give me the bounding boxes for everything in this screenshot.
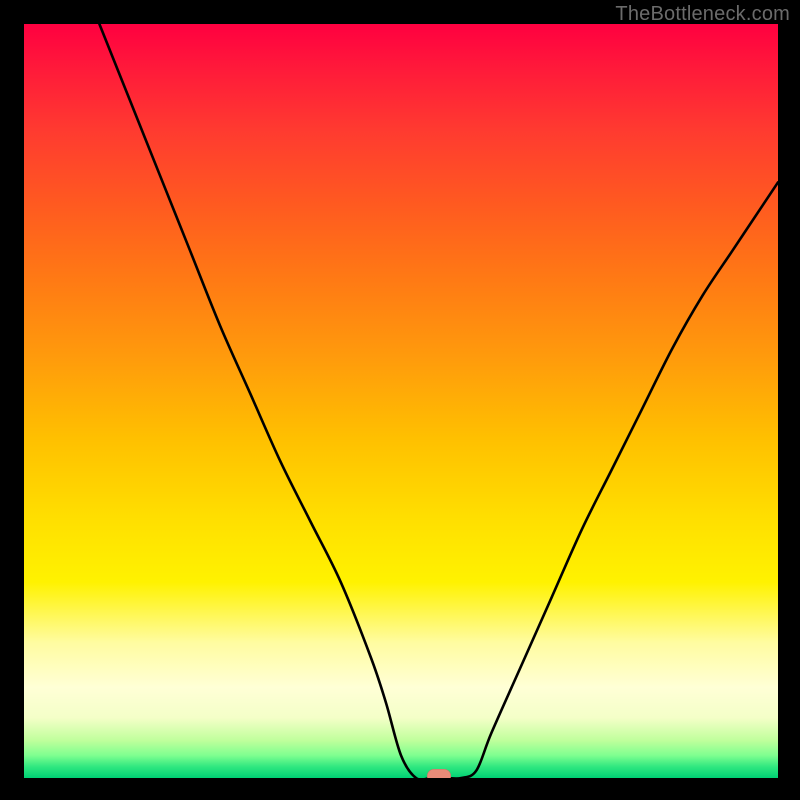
bottleneck-curve	[24, 24, 778, 778]
watermark-text: TheBottleneck.com	[615, 3, 790, 26]
chart-frame: TheBottleneck.com	[0, 0, 800, 800]
optimal-marker	[427, 769, 451, 778]
plot-area	[24, 24, 778, 778]
